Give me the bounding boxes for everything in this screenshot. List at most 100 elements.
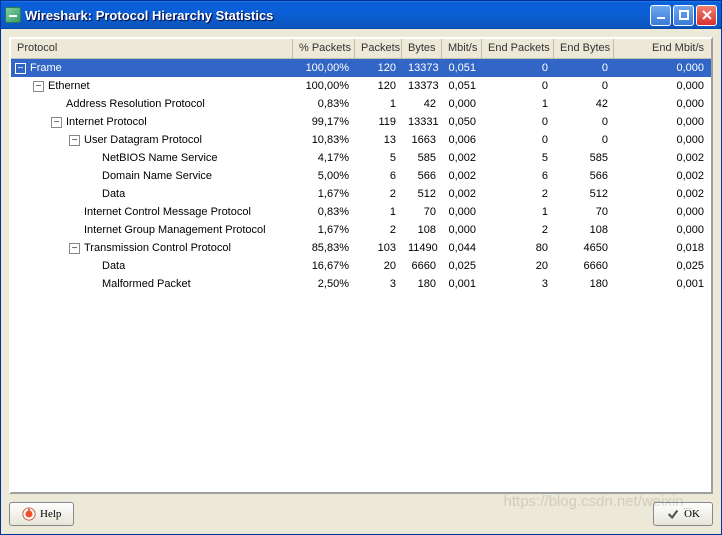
titlebar[interactable]: Wireshark: Protocol Hierarchy Statistics [1, 1, 721, 29]
tree-spacer [69, 207, 80, 218]
tree-spacer [87, 153, 98, 164]
help-button[interactable]: Help [9, 502, 74, 526]
protocol-label: Ethernet [48, 80, 90, 92]
column-header-packets[interactable]: Packets [355, 39, 402, 58]
collapse-icon[interactable]: − [51, 117, 62, 128]
cell-eb: 4650 [554, 242, 614, 254]
cell-pct: 0,83% [293, 98, 355, 110]
column-header-protocol[interactable]: Protocol [11, 39, 293, 58]
table-row[interactable]: Data1,67%25120,00225120,002 [11, 185, 711, 203]
cell-eb: 0 [554, 116, 614, 128]
cell-ep: 80 [482, 242, 554, 254]
cell-bytes: 585 [402, 152, 442, 164]
protocol-label: Domain Name Service [102, 170, 212, 182]
cell-packets: 119 [355, 116, 402, 128]
protocol-cell: Domain Name Service [11, 170, 293, 182]
cell-pct: 10,83% [293, 134, 355, 146]
cell-em: 0,000 [614, 116, 710, 128]
cell-ep: 20 [482, 260, 554, 272]
protocol-cell: Data [11, 188, 293, 200]
protocol-cell: −User Datagram Protocol [11, 134, 293, 146]
column-header-end-bytes[interactable]: End Bytes [554, 39, 614, 58]
cell-packets: 2 [355, 188, 402, 200]
table-panel: Protocol % Packets Packets Bytes Mbit/s … [9, 37, 713, 494]
cell-eb: 180 [554, 278, 614, 290]
cell-ep: 3 [482, 278, 554, 290]
collapse-icon[interactable]: − [15, 63, 26, 74]
cell-packets: 5 [355, 152, 402, 164]
table-row[interactable]: Internet Group Management Protocol1,67%2… [11, 221, 711, 239]
table-row[interactable]: Data16,67%2066600,0252066600,025 [11, 257, 711, 275]
cell-ep: 5 [482, 152, 554, 164]
cell-eb: 0 [554, 62, 614, 74]
table-header: Protocol % Packets Packets Bytes Mbit/s … [11, 39, 711, 59]
collapse-icon[interactable]: − [69, 243, 80, 254]
cell-bytes: 1663 [402, 134, 442, 146]
cell-em: 0,000 [614, 62, 710, 74]
cell-mbits: 0,044 [442, 242, 482, 254]
protocol-cell: Address Resolution Protocol [11, 98, 293, 110]
cell-ep: 1 [482, 98, 554, 110]
cell-bytes: 180 [402, 278, 442, 290]
column-header-bytes[interactable]: Bytes [402, 39, 442, 58]
protocol-label: NetBIOS Name Service [102, 152, 218, 164]
cell-em: 0,000 [614, 80, 710, 92]
cell-mbits: 0,006 [442, 134, 482, 146]
table-row[interactable]: −Transmission Control Protocol85,83%1031… [11, 239, 711, 257]
cell-bytes: 13373 [402, 80, 442, 92]
cell-bytes: 70 [402, 206, 442, 218]
cell-pct: 100,00% [293, 80, 355, 92]
collapse-icon[interactable]: − [33, 81, 44, 92]
cell-mbits: 0,001 [442, 278, 482, 290]
cell-packets: 20 [355, 260, 402, 272]
cell-packets: 120 [355, 62, 402, 74]
protocol-label: Transmission Control Protocol [84, 242, 231, 254]
ok-icon [666, 507, 680, 521]
ok-button[interactable]: OK [653, 502, 713, 526]
table-row[interactable]: Domain Name Service5,00%65660,00265660,0… [11, 167, 711, 185]
column-header-end-mbits[interactable]: End Mbit/s [614, 39, 710, 58]
table-row[interactable]: Malformed Packet2,50%31800,00131800,001 [11, 275, 711, 293]
cell-eb: 512 [554, 188, 614, 200]
column-header-pct[interactable]: % Packets [293, 39, 355, 58]
protocol-cell: −Ethernet [11, 80, 293, 92]
cell-em: 0,001 [614, 278, 710, 290]
help-icon [22, 507, 36, 521]
cell-packets: 6 [355, 170, 402, 182]
cell-pct: 4,17% [293, 152, 355, 164]
table-row[interactable]: Internet Control Message Protocol0,83%17… [11, 203, 711, 221]
column-header-mbits[interactable]: Mbit/s [442, 39, 482, 58]
tree-spacer [87, 261, 98, 272]
table-row[interactable]: −Frame100,00%120133730,051000,000 [11, 59, 711, 77]
table-body[interactable]: −Frame100,00%120133730,051000,000−Ethern… [11, 59, 711, 492]
table-row[interactable]: −Internet Protocol99,17%119133310,050000… [11, 113, 711, 131]
cell-mbits: 0,000 [442, 206, 482, 218]
table-row[interactable]: NetBIOS Name Service4,17%55850,00255850,… [11, 149, 711, 167]
cell-pct: 99,17% [293, 116, 355, 128]
client-area: Protocol % Packets Packets Bytes Mbit/s … [1, 29, 721, 534]
cell-packets: 1 [355, 98, 402, 110]
cell-pct: 5,00% [293, 170, 355, 182]
collapse-icon[interactable]: − [69, 135, 80, 146]
cell-em: 0,002 [614, 152, 710, 164]
table-row[interactable]: −User Datagram Protocol10,83%1316630,006… [11, 131, 711, 149]
ok-button-label: OK [684, 508, 700, 520]
close-button[interactable] [696, 5, 717, 26]
table-row[interactable]: −Ethernet100,00%120133730,051000,000 [11, 77, 711, 95]
cell-em: 0,018 [614, 242, 710, 254]
cell-mbits: 0,050 [442, 116, 482, 128]
protocol-cell: Internet Group Management Protocol [11, 224, 293, 236]
minimize-button[interactable] [650, 5, 671, 26]
table-row[interactable]: Address Resolution Protocol0,83%1420,000… [11, 95, 711, 113]
column-header-end-packets[interactable]: End Packets [482, 39, 554, 58]
protocol-label: Data [102, 260, 125, 272]
cell-pct: 1,67% [293, 188, 355, 200]
cell-packets: 1 [355, 206, 402, 218]
cell-pct: 16,67% [293, 260, 355, 272]
cell-mbits: 0,002 [442, 188, 482, 200]
help-button-label: Help [40, 508, 61, 520]
maximize-button[interactable] [673, 5, 694, 26]
cell-bytes: 108 [402, 224, 442, 236]
cell-packets: 13 [355, 134, 402, 146]
protocol-cell: −Frame [11, 62, 293, 74]
